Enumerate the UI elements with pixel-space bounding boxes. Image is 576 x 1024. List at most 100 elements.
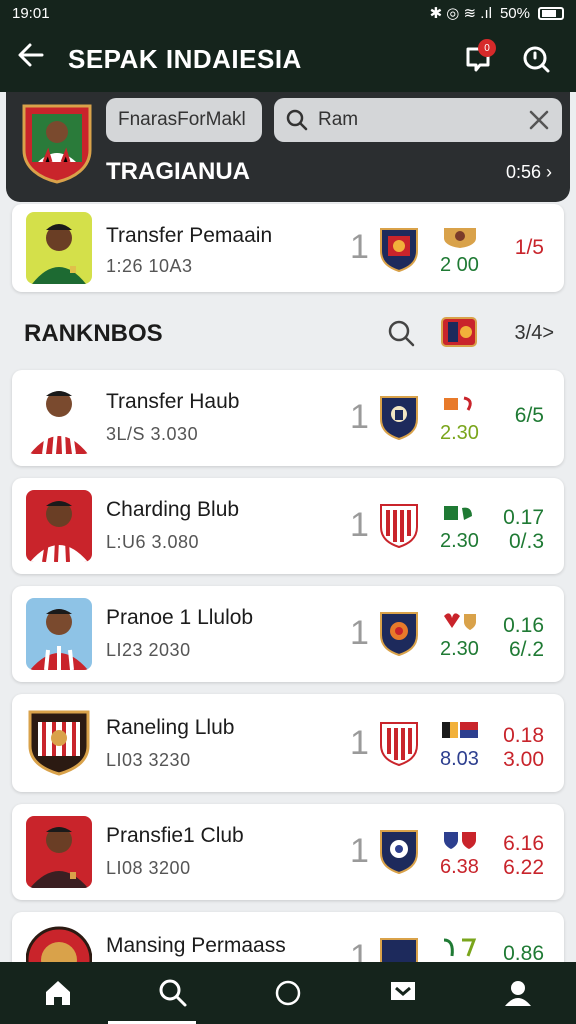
score-bottom: 3.00 [503, 748, 544, 771]
search-input[interactable]: Ram [318, 109, 528, 131]
player-meta: 3L/S 3.030 [106, 424, 199, 444]
player-score: 0.16 6/.2 [503, 614, 544, 662]
player-avatar [26, 382, 92, 454]
inbox-icon [391, 982, 416, 1000]
app-bar: SEPAK INDAIESIA 0 [0, 26, 576, 92]
search-icon [159, 979, 187, 1007]
status-icons: ✱ ◎ ≋ .ıl 50% [430, 4, 564, 22]
player-name: Transfer Pemaain [106, 224, 273, 247]
player-score: 1/5 [514, 236, 544, 259]
section-title: RANKNBOS [24, 320, 163, 347]
club-crest-icon [380, 504, 418, 548]
player-name: Mansing Permaass [106, 934, 286, 957]
circle-icon [275, 980, 301, 1006]
rank-number: 1 [350, 614, 369, 652]
bottom-navigation [0, 962, 576, 1024]
featured-card[interactable]: Transfer Pemaain 1:26 10A3 1 2 00 1/5 [12, 204, 564, 292]
score-top: 6/5 [514, 404, 544, 427]
team-hero: FnarasForMakl Ram TRAGIANUA 0:56 › [6, 92, 570, 202]
player-meta: LI23 2030 [106, 640, 191, 660]
pager[interactable]: 3/4> [515, 322, 554, 345]
player-name: Raneling Llub [106, 716, 235, 739]
rank-number: 1 [350, 506, 369, 544]
score-bottom: 0/.3 [508, 530, 544, 553]
nav-profile[interactable] [488, 968, 548, 1018]
notifications-button[interactable]: 0 [454, 35, 502, 83]
player-name: Pransfie1 Club [106, 824, 244, 847]
rankings-header: RANKNBOS 3/4> [0, 302, 576, 364]
score-bottom: 6/.2 [508, 638, 544, 661]
rank-number: 1 [350, 724, 369, 762]
player-meta: 1:26 10A3 [106, 256, 193, 276]
ranking-row[interactable]: Transfer Haub 3L/S 3.030 1 2.30 6/5 [12, 370, 564, 466]
ranking-row[interactable]: Pransfie1 Club LI08 3200 1 6.38 6.16 6.2… [12, 804, 564, 900]
nav-search[interactable] [143, 968, 203, 1018]
player-stat: 2.30 [440, 638, 479, 660]
player-meta: L:U6 3.080 [106, 532, 200, 552]
player-score: 0.17 0/.3 [503, 506, 544, 554]
back-button[interactable] [16, 40, 68, 78]
player-avatar [26, 212, 92, 284]
battery-percent: 50% [499, 4, 530, 22]
player-avatar [26, 490, 92, 562]
mini-badge-icon [444, 613, 476, 630]
status-bar: 19:01 ✱ ◎ ≋ .ıl 50% [0, 0, 576, 26]
player-meta: LI03 3230 [106, 750, 191, 770]
mini-badge-icon [443, 938, 477, 957]
club-crest-icon [380, 722, 418, 766]
notification-badge: 0 [478, 39, 496, 57]
player-avatar [26, 816, 92, 888]
player-score: 6/5 [515, 404, 544, 428]
hero-more-link[interactable]: 0:56 › [506, 162, 552, 183]
ranking-row[interactable]: Charding Blub L:U6 3.080 1 2.30 0.17 0/.… [12, 478, 564, 574]
filter-chip[interactable]: FnarasForMakl [106, 98, 262, 142]
club-logo-icon [26, 706, 92, 778]
home-icon [45, 981, 70, 1005]
club-crest-icon [380, 612, 418, 656]
nav-center[interactable] [258, 968, 318, 1018]
signal-icons: ✱ ◎ ≋ .ıl [429, 5, 492, 22]
arrow-left-icon [18, 43, 44, 67]
score-top: 6.16 [503, 832, 544, 855]
page-title: SEPAK INDAIESIA [68, 43, 302, 74]
close-icon[interactable] [528, 109, 550, 131]
search-icon [286, 109, 308, 131]
player-score: 6.16 6.22 [503, 832, 544, 880]
mini-badge-icon [444, 228, 476, 248]
profile-icon [505, 981, 532, 1006]
team-name: TRAGIANUA [106, 158, 250, 185]
search-icon[interactable] [386, 318, 416, 348]
nav-inbox[interactable] [373, 968, 433, 1018]
player-stat: 2.30 [440, 422, 479, 444]
status-time: 19:01 [12, 4, 50, 22]
mini-badge-icon [444, 832, 476, 849]
score-top: 0.18 [503, 724, 544, 747]
ranking-row[interactable]: Raneling Llub LI03 3230 1 8.03 0.18 3.00 [12, 694, 564, 792]
team-crest-icon[interactable] [22, 102, 92, 184]
player-stat: 2.30 [440, 530, 479, 552]
player-avatar [26, 598, 92, 670]
search-icon [523, 46, 550, 73]
search-field[interactable]: Ram [274, 98, 562, 142]
mini-badge-icon [444, 506, 472, 520]
search-button[interactable] [512, 35, 560, 83]
score-top: 0.16 [503, 614, 544, 637]
battery-icon [538, 6, 564, 20]
score-top: 0.17 [503, 506, 544, 529]
nav-home[interactable] [28, 968, 88, 1018]
flag-icon [442, 722, 478, 738]
player-stat: 6.38 [440, 856, 479, 878]
player-stat: 8.03 [440, 748, 479, 770]
club-flag-icon[interactable] [440, 314, 478, 350]
mini-badge-icon [444, 396, 472, 411]
rank-number: 1 [350, 832, 369, 870]
player-stat: 2 00 [440, 254, 479, 276]
club-crest-icon [380, 228, 418, 272]
player-meta: LI08 3200 [106, 858, 191, 878]
ranking-row[interactable]: Pranoe 1 Llulob LI23 2030 1 2.30 0.16 6/… [12, 586, 564, 682]
rank-number: 1 [350, 228, 369, 266]
player-name: Pranoe 1 Llulob [106, 606, 254, 629]
player-score: 0.18 3.00 [503, 724, 544, 772]
club-crest-icon [380, 830, 418, 874]
club-crest-icon [380, 396, 418, 440]
